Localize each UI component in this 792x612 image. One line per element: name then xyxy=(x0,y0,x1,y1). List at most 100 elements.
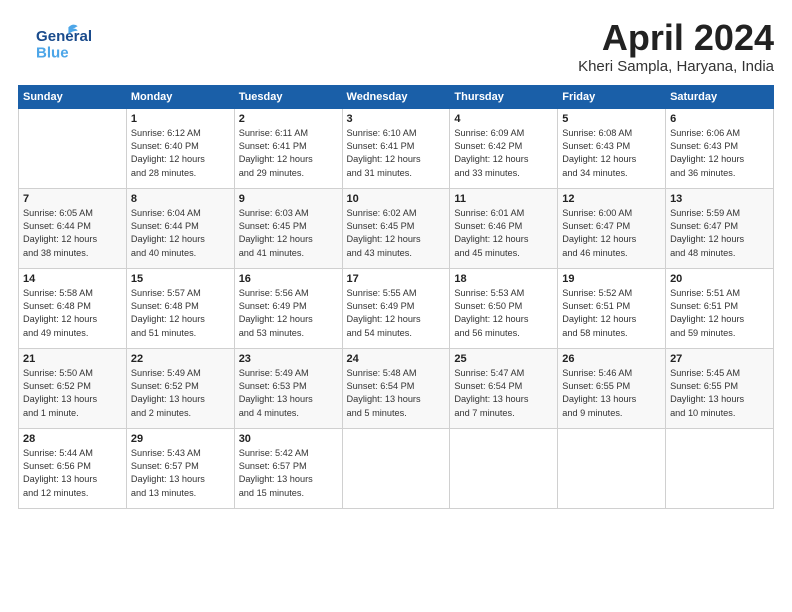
day-info: Sunrise: 6:02 AMSunset: 6:45 PMDaylight:… xyxy=(347,207,446,260)
day-info: Sunrise: 5:55 AMSunset: 6:49 PMDaylight:… xyxy=(347,287,446,340)
day-number: 5 xyxy=(562,113,661,125)
day-info: Sunrise: 5:58 AMSunset: 6:48 PMDaylight:… xyxy=(23,287,122,340)
calendar-cell: 5Sunrise: 6:08 AMSunset: 6:43 PMDaylight… xyxy=(558,108,666,188)
day-info: Sunrise: 6:05 AMSunset: 6:44 PMDaylight:… xyxy=(23,207,122,260)
day-info: Sunrise: 5:45 AMSunset: 6:55 PMDaylight:… xyxy=(670,367,769,420)
calendar-cell xyxy=(342,428,450,508)
day-of-week-header: Wednesday xyxy=(342,85,450,108)
day-number: 18 xyxy=(454,273,553,285)
day-of-week-header: Friday xyxy=(558,85,666,108)
svg-text:General: General xyxy=(36,28,92,45)
day-info: Sunrise: 5:48 AMSunset: 6:54 PMDaylight:… xyxy=(347,367,446,420)
page: General Blue April 2024 Kheri Sampla, Ha… xyxy=(0,0,792,612)
month-title: April 2024 xyxy=(578,18,774,58)
calendar-cell: 20 Sunrise: 5:51 AMSunset: 6:51 PMDayligh… xyxy=(666,268,774,348)
day-number: 1 xyxy=(131,113,230,125)
day-number: 16 xyxy=(239,273,338,285)
calendar-cell: 21 Sunrise: 5:50 AMSunset: 6:52 PMDayligh… xyxy=(19,348,127,428)
day-number: 27 xyxy=(670,353,769,365)
day-info: Sunrise: 5:49 AMSunset: 6:53 PMDaylight:… xyxy=(239,367,338,420)
calendar-cell: 11 Sunrise: 6:01 AMSunset: 6:46 PMDayligh… xyxy=(450,188,558,268)
day-number: 15 xyxy=(131,273,230,285)
calendar-cell: 7 Sunrise: 6:05 AMSunset: 6:44 PMDaylight… xyxy=(19,188,127,268)
day-of-week-header: Monday xyxy=(126,85,234,108)
calendar-cell: 23Sunrise: 5:49 AMSunset: 6:53 PMDayligh… xyxy=(234,348,342,428)
day-info: Sunrise: 5:51 AMSunset: 6:51 PMDaylight:… xyxy=(670,287,769,340)
header: General Blue April 2024 Kheri Sampla, Ha… xyxy=(18,18,774,75)
day-info: Sunrise: 6:10 AMSunset: 6:41 PMDaylight:… xyxy=(347,127,446,180)
day-number: 25 xyxy=(454,353,553,365)
day-info: Sunrise: 5:43 AMSunset: 6:57 PMDaylight:… xyxy=(131,447,230,500)
day-number: 2 xyxy=(239,113,338,125)
day-number: 29 xyxy=(131,433,230,445)
calendar-cell: 27 Sunrise: 5:45 AMSunset: 6:55 PMDayligh… xyxy=(666,348,774,428)
day-number: 13 xyxy=(670,193,769,205)
calendar-cell: 9 Sunrise: 6:03 AMSunset: 6:45 PMDaylight… xyxy=(234,188,342,268)
calendar-cell: 13Sunrise: 5:59 AMSunset: 6:47 PMDayligh… xyxy=(666,188,774,268)
day-info: Sunrise: 5:50 AMSunset: 6:52 PMDaylight:… xyxy=(23,367,122,420)
calendar-cell: 14 Sunrise: 5:58 AMSunset: 6:48 PMDayligh… xyxy=(19,268,127,348)
calendar-cell: 24 Sunrise: 5:48 AMSunset: 6:54 PMDayligh… xyxy=(342,348,450,428)
day-number: 11 xyxy=(454,193,553,205)
calendar-cell: 1 Sunrise: 6:12 AMSunset: 6:40 PMDaylight… xyxy=(126,108,234,188)
day-number: 9 xyxy=(239,193,338,205)
location: Kheri Sampla, Haryana, India xyxy=(578,58,774,75)
day-of-week-header: Tuesday xyxy=(234,85,342,108)
day-number: 3 xyxy=(347,113,446,125)
calendar-cell: 6Sunrise: 6:06 AMSunset: 6:43 PMDaylight… xyxy=(666,108,774,188)
calendar-header-row: SundayMondayTuesdayWednesdayThursdayFrid… xyxy=(19,85,774,108)
day-info: Sunrise: 6:11 AMSunset: 6:41 PMDaylight:… xyxy=(239,127,338,180)
day-number: 14 xyxy=(23,273,122,285)
day-number: 17 xyxy=(347,273,446,285)
calendar-week-row: 1 Sunrise: 6:12 AMSunset: 6:40 PMDaylight… xyxy=(19,108,774,188)
calendar-cell: 3 Sunrise: 6:10 AMSunset: 6:41 PMDaylight… xyxy=(342,108,450,188)
calendar-week-row: 21 Sunrise: 5:50 AMSunset: 6:52 PMDayligh… xyxy=(19,348,774,428)
day-number: 20 xyxy=(670,273,769,285)
day-number: 24 xyxy=(347,353,446,365)
day-info: Sunrise: 6:01 AMSunset: 6:46 PMDaylight:… xyxy=(454,207,553,260)
day-info: Sunrise: 5:47 AMSunset: 6:54 PMDaylight:… xyxy=(454,367,553,420)
calendar-cell xyxy=(19,108,127,188)
day-info: Sunrise: 5:49 AMSunset: 6:52 PMDaylight:… xyxy=(131,367,230,420)
calendar-week-row: 14 Sunrise: 5:58 AMSunset: 6:48 PMDayligh… xyxy=(19,268,774,348)
calendar-cell xyxy=(450,428,558,508)
day-info: Sunrise: 5:42 AMSunset: 6:57 PMDaylight:… xyxy=(239,447,338,500)
day-of-week-header: Thursday xyxy=(450,85,558,108)
day-info: Sunrise: 6:06 AMSunset: 6:43 PMDaylight:… xyxy=(670,127,769,180)
day-info: Sunrise: 6:09 AMSunset: 6:42 PMDaylight:… xyxy=(454,127,553,180)
calendar-cell: 2 Sunrise: 6:11 AMSunset: 6:41 PMDaylight… xyxy=(234,108,342,188)
calendar-cell: 10Sunrise: 6:02 AMSunset: 6:45 PMDayligh… xyxy=(342,188,450,268)
day-number: 7 xyxy=(23,193,122,205)
day-info: Sunrise: 6:12 AMSunset: 6:40 PMDaylight:… xyxy=(131,127,230,180)
day-info: Sunrise: 5:56 AMSunset: 6:49 PMDaylight:… xyxy=(239,287,338,340)
day-info: Sunrise: 5:53 AMSunset: 6:50 PMDaylight:… xyxy=(454,287,553,340)
day-number: 22 xyxy=(131,353,230,365)
calendar-cell: 26Sunrise: 5:46 AMSunset: 6:55 PMDayligh… xyxy=(558,348,666,428)
day-info: Sunrise: 6:04 AMSunset: 6:44 PMDaylight:… xyxy=(131,207,230,260)
calendar-cell xyxy=(558,428,666,508)
calendar-week-row: 28 Sunrise: 5:44 AMSunset: 6:56 PMDayligh… xyxy=(19,428,774,508)
day-number: 30 xyxy=(239,433,338,445)
calendar-cell: 12Sunrise: 6:00 AMSunset: 6:47 PMDayligh… xyxy=(558,188,666,268)
day-info: Sunrise: 5:46 AMSunset: 6:55 PMDaylight:… xyxy=(562,367,661,420)
day-info: Sunrise: 6:03 AMSunset: 6:45 PMDaylight:… xyxy=(239,207,338,260)
day-number: 21 xyxy=(23,353,122,365)
day-of-week-header: Sunday xyxy=(19,85,127,108)
calendar-cell: 4 Sunrise: 6:09 AMSunset: 6:42 PMDaylight… xyxy=(450,108,558,188)
calendar-cell: 19Sunrise: 5:52 AMSunset: 6:51 PMDayligh… xyxy=(558,268,666,348)
calendar-cell: 18 Sunrise: 5:53 AMSunset: 6:50 PMDayligh… xyxy=(450,268,558,348)
calendar-cell: 28 Sunrise: 5:44 AMSunset: 6:56 PMDayligh… xyxy=(19,428,127,508)
day-info: Sunrise: 5:44 AMSunset: 6:56 PMDaylight:… xyxy=(23,447,122,500)
calendar-table: SundayMondayTuesdayWednesdayThursdayFrid… xyxy=(18,85,774,509)
day-number: 28 xyxy=(23,433,122,445)
day-number: 4 xyxy=(454,113,553,125)
svg-text:Blue: Blue xyxy=(36,44,69,61)
day-number: 19 xyxy=(562,273,661,285)
calendar-cell: 30 Sunrise: 5:42 AMSunset: 6:57 PMDayligh… xyxy=(234,428,342,508)
calendar-cell: 15 Sunrise: 5:57 AMSunset: 6:48 PMDayligh… xyxy=(126,268,234,348)
calendar-cell: 17 Sunrise: 5:55 AMSunset: 6:49 PMDayligh… xyxy=(342,268,450,348)
logo: General Blue xyxy=(18,18,102,62)
day-of-week-header: Saturday xyxy=(666,85,774,108)
calendar-cell: 22 Sunrise: 5:49 AMSunset: 6:52 PMDayligh… xyxy=(126,348,234,428)
day-info: Sunrise: 5:57 AMSunset: 6:48 PMDaylight:… xyxy=(131,287,230,340)
